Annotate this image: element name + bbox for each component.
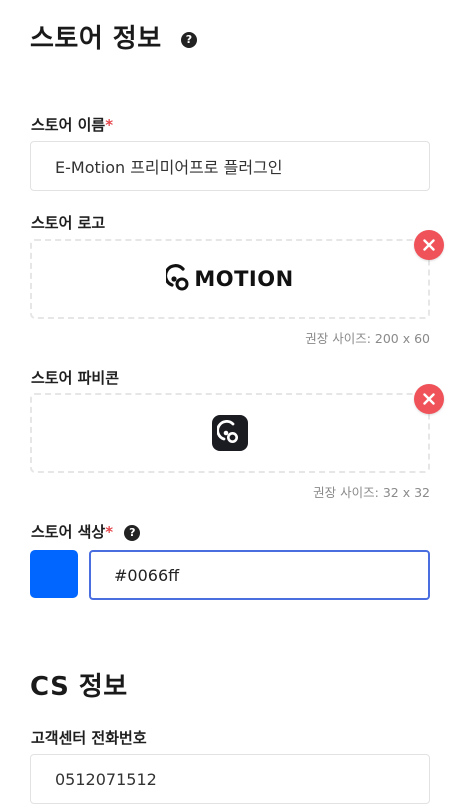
cs-phone-label: 고객센터 전화번호 (31, 729, 147, 747)
cs-phone-value: 0512071512 (55, 769, 157, 789)
store-color-label: 스토어 색상* ? (31, 521, 141, 542)
store-logo-dropzone[interactable]: MOTION (30, 239, 430, 319)
close-icon (423, 239, 435, 251)
store-logo-label: 스토어 로고 (31, 214, 106, 232)
store-info-title: 스토어 정보 ? (30, 18, 198, 55)
store-logo-preview: MOTION (166, 264, 293, 294)
store-info-title-text: 스토어 정보 (30, 24, 162, 54)
help-icon[interactable]: ? (124, 524, 141, 541)
cs-phone-input[interactable]: 0512071512 (30, 754, 430, 804)
logo-size-hint: 권장 사이즈: 200 x 60 (305, 331, 430, 346)
close-icon (423, 393, 435, 405)
remove-logo-button[interactable] (414, 230, 444, 260)
store-name-label: 스토어 이름* (31, 114, 113, 135)
store-name-label-text: 스토어 이름 (31, 116, 106, 134)
favicon-glyph-icon (217, 420, 238, 443)
store-color-label-text: 스토어 색상 (31, 523, 106, 541)
store-color-input[interactable]: #0066ff (89, 550, 430, 600)
emotion-favicon-icon (212, 415, 248, 451)
help-icon[interactable]: ? (181, 31, 198, 48)
cs-info-title: CS 정보 (30, 672, 128, 702)
store-name-value: E-Motion 프리미어프로 플러그인 (55, 158, 283, 177)
logo-wordmark: MOTION (194, 267, 294, 291)
required-mark: * (105, 116, 114, 134)
store-color-value: #0066ff (114, 565, 180, 585)
favicon-size-hint: 권장 사이즈: 32 x 32 (313, 485, 430, 500)
store-favicon-dropzone[interactable] (30, 393, 430, 473)
emotion-logo-icon (166, 264, 189, 291)
color-swatch[interactable] (30, 550, 78, 598)
remove-favicon-button[interactable] (414, 384, 444, 414)
store-favicon-label: 스토어 파비콘 (31, 369, 120, 387)
store-name-input[interactable]: E-Motion 프리미어프로 플러그인 (30, 141, 430, 191)
required-mark: * (105, 523, 114, 541)
